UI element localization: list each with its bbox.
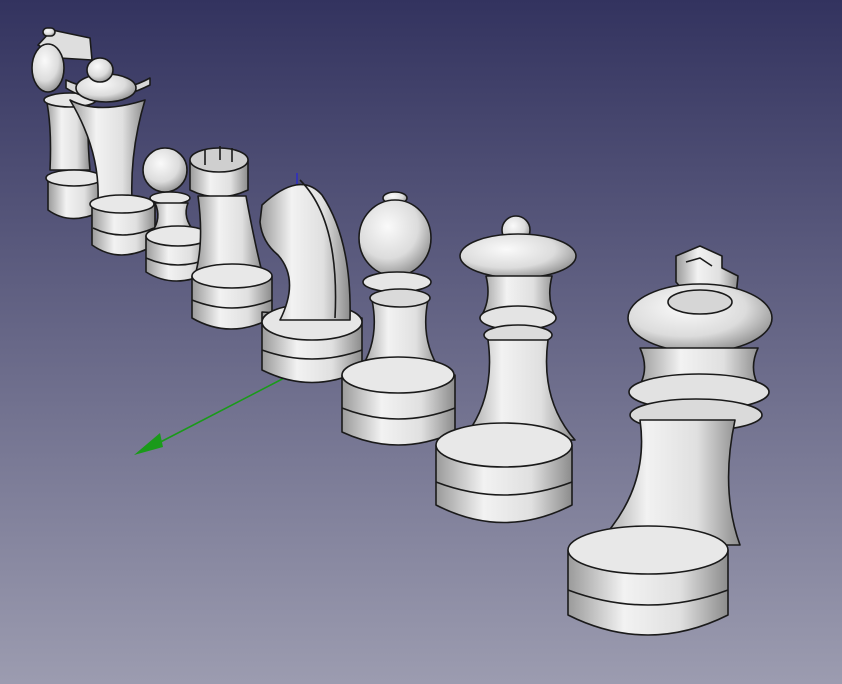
3d-scene[interactable] (0, 0, 842, 684)
3d-viewport[interactable] (0, 0, 842, 684)
